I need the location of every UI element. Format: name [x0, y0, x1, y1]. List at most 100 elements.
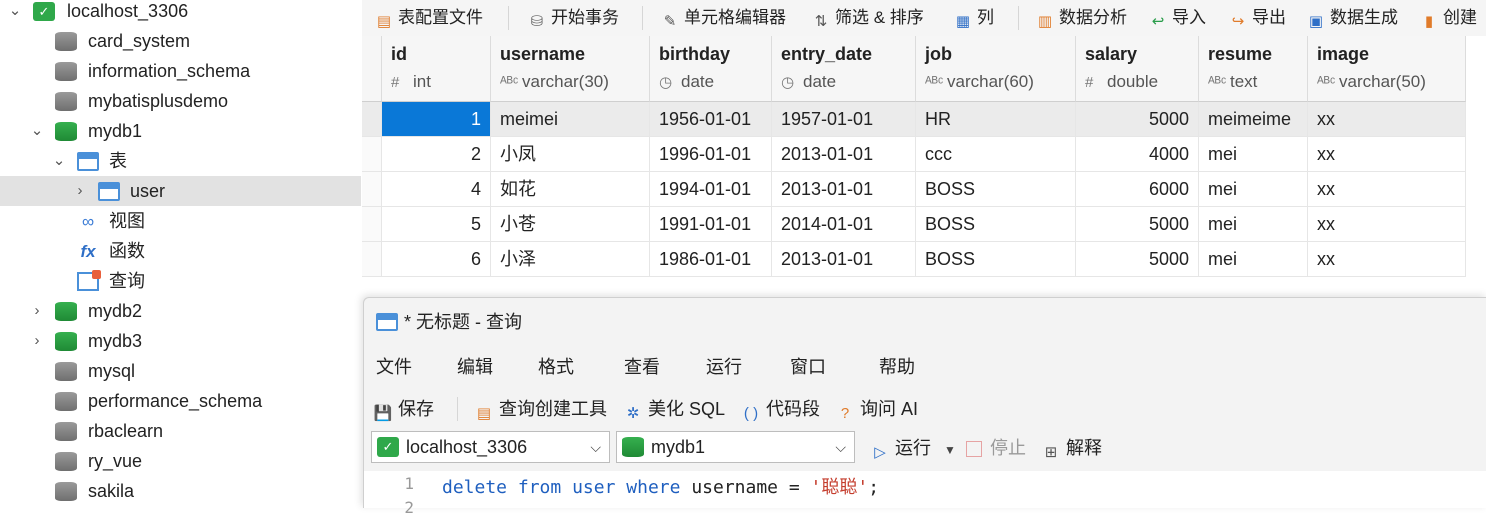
grid-cell[interactable]: meimeime — [1199, 102, 1308, 137]
sql-code-line[interactable]: delete from user where username = '聪聪'; — [442, 473, 879, 499]
column-header-entry-date[interactable]: entry_date ◷ date — [772, 36, 916, 102]
grid-cell[interactable]: 1957-01-01 — [772, 102, 916, 137]
tree-functions-folder[interactable]: fx 函数 — [0, 236, 361, 266]
grid-cell[interactable]: 小凤 — [491, 137, 650, 172]
grid-cell[interactable]: 2013-01-01 — [772, 172, 916, 207]
grid-cell[interactable]: 5 — [382, 207, 491, 242]
grid-cell[interactable]: mei — [1199, 137, 1308, 172]
grid-cell[interactable]: 2014-01-01 — [772, 207, 916, 242]
import-button[interactable]: ↩ 导入 — [1148, 4, 1206, 32]
columns-button[interactable]: ▦ 列 — [953, 4, 994, 32]
row-selector[interactable] — [362, 137, 382, 172]
run-dropdown-icon[interactable]: ▼ — [944, 443, 956, 457]
tree-db-mydb2[interactable]: › mydb2 — [0, 296, 361, 326]
grid-cell[interactable]: BOSS — [916, 207, 1076, 242]
tree-db-card-system[interactable]: card_system — [0, 26, 361, 56]
database-select[interactable]: mydb1 ⌵ — [616, 431, 855, 463]
grid-cell[interactable]: BOSS — [916, 172, 1076, 207]
beautify-sql-button[interactable]: ✲ 美化 SQL — [622, 396, 725, 422]
row-selector[interactable] — [362, 207, 382, 242]
menu-edit[interactable]: 编辑 — [457, 353, 493, 379]
run-button[interactable]: ▷ 运行 ▼ — [869, 435, 956, 461]
table-config-button[interactable]: ▤ 表配置文件 — [374, 4, 483, 32]
menu-view[interactable]: 查看 — [624, 353, 660, 379]
data-generation-button[interactable]: ▣ 数据生成 — [1306, 4, 1398, 32]
row-selector[interactable] — [362, 242, 382, 277]
grid-cell[interactable]: xx — [1308, 207, 1466, 242]
grid-cell[interactable]: 6000 — [1076, 172, 1199, 207]
menu-help[interactable]: 帮助 — [879, 353, 915, 379]
column-header-salary[interactable]: salary # double — [1076, 36, 1199, 102]
grid-cell[interactable]: 4000 — [1076, 137, 1199, 172]
export-button[interactable]: ↪ 导出 — [1228, 4, 1286, 32]
column-header-birthday[interactable]: birthday ◷ date — [650, 36, 772, 102]
tree-tables-folder[interactable]: ⌄ 表 — [0, 146, 361, 176]
grid-cell[interactable]: 6 — [382, 242, 491, 277]
grid-cell[interactable]: 小苍 — [491, 207, 650, 242]
grid-cell[interactable]: ccc — [916, 137, 1076, 172]
menu-format[interactable]: 格式 — [538, 353, 574, 379]
grid-cell[interactable]: xx — [1308, 102, 1466, 137]
grid-cell[interactable]: 5000 — [1076, 102, 1199, 137]
connection-select[interactable]: ✓ localhost_3306 ⌵ — [371, 431, 610, 463]
create-button[interactable]: ▮ 创建 — [1419, 4, 1477, 32]
grid-cell[interactable]: 1956-01-01 — [650, 102, 772, 137]
tree-views-folder[interactable]: ∞ 视图 — [0, 206, 361, 236]
grid-cell[interactable]: 5000 — [1076, 207, 1199, 242]
grid-cell[interactable]: 小泽 — [491, 242, 650, 277]
column-header-job[interactable]: job ᴬᴮᶜ varchar(60) — [916, 36, 1076, 102]
tree-queries-folder[interactable]: 查询 — [0, 266, 361, 296]
cell-editor-button[interactable]: ✎ 单元格编辑器 — [660, 4, 786, 32]
grid-cell[interactable]: 2 — [382, 137, 491, 172]
chevron-down-icon[interactable]: ⌄ — [52, 146, 66, 176]
row-selector[interactable] — [362, 102, 382, 137]
chevron-down-icon[interactable]: ⌄ — [30, 116, 44, 146]
tree-db-ry-vue[interactable]: ry_vue — [0, 446, 361, 476]
grid-cell[interactable]: xx — [1308, 172, 1466, 207]
grid-cell[interactable]: 1996-01-01 — [650, 137, 772, 172]
save-button[interactable]: 💾 保存 — [372, 396, 434, 422]
grid-cell[interactable]: BOSS — [916, 242, 1076, 277]
grid-cell[interactable]: xx — [1308, 242, 1466, 277]
grid-cell[interactable]: 2013-01-01 — [772, 137, 916, 172]
chevron-right-icon[interactable]: › — [73, 176, 87, 206]
grid-cell[interactable]: 如花 — [491, 172, 650, 207]
tree-db-information-schema[interactable]: information_schema — [0, 56, 361, 86]
grid-cell[interactable]: xx — [1308, 137, 1466, 172]
grid-cell[interactable]: 1994-01-01 — [650, 172, 772, 207]
stop-button[interactable]: 停止 — [966, 435, 1026, 461]
tree-db-rbaclearn[interactable]: rbaclearn — [0, 416, 361, 446]
menu-window[interactable]: 窗口 — [790, 353, 826, 379]
tree-table-user[interactable]: › user — [0, 176, 361, 206]
explain-button[interactable]: ⊞ 解释 — [1040, 435, 1102, 461]
tree-db-mybatisplusdemo[interactable]: mybatisplusdemo — [0, 86, 361, 116]
data-analysis-button[interactable]: ▥ 数据分析 — [1035, 4, 1127, 32]
grid-cell[interactable]: 1991-01-01 — [650, 207, 772, 242]
column-header-username[interactable]: username ᴬᴮᶜ varchar(30) — [491, 36, 650, 102]
column-header-resume[interactable]: resume ᴬᴮᶜ text — [1199, 36, 1308, 102]
grid-cell[interactable]: mei — [1199, 172, 1308, 207]
filter-sort-button[interactable]: ⇅ 筛选 & 排序 — [811, 4, 924, 32]
tree-connection[interactable]: ⌄ ✓ localhost_3306 — [0, 0, 361, 26]
begin-transaction-button[interactable]: ⛁ 开始事务 — [527, 4, 619, 32]
ask-ai-button[interactable]: ? 询问 AI — [834, 396, 918, 422]
tree-db-mydb3[interactable]: › mydb3 — [0, 326, 361, 356]
query-builder-button[interactable]: ▤ 查询创建工具 — [473, 396, 607, 422]
menu-run[interactable]: 运行 — [706, 353, 742, 379]
grid-cell[interactable]: 5000 — [1076, 242, 1199, 277]
grid-cell[interactable]: mei — [1199, 207, 1308, 242]
grid-cell[interactable]: 1 — [382, 102, 491, 137]
grid-cell[interactable]: mei — [1199, 242, 1308, 277]
tree-db-mysql[interactable]: mysql — [0, 356, 361, 386]
chevron-right-icon[interactable]: › — [30, 326, 44, 356]
grid-cell[interactable]: HR — [916, 102, 1076, 137]
chevron-right-icon[interactable]: › — [30, 296, 44, 326]
tree-db-sakila[interactable]: sakila — [0, 476, 361, 506]
tree-db-mydb1[interactable]: ⌄ mydb1 — [0, 116, 361, 146]
column-header-image[interactable]: image ᴬᴮᶜ varchar(50) — [1308, 36, 1466, 102]
sql-editor[interactable]: 1 2 delete from user where username = '聪… — [364, 471, 1486, 517]
grid-cell[interactable]: 4 — [382, 172, 491, 207]
grid-cell[interactable]: meimei — [491, 102, 650, 137]
grid-cell[interactable]: 2013-01-01 — [772, 242, 916, 277]
row-selector[interactable] — [362, 172, 382, 207]
